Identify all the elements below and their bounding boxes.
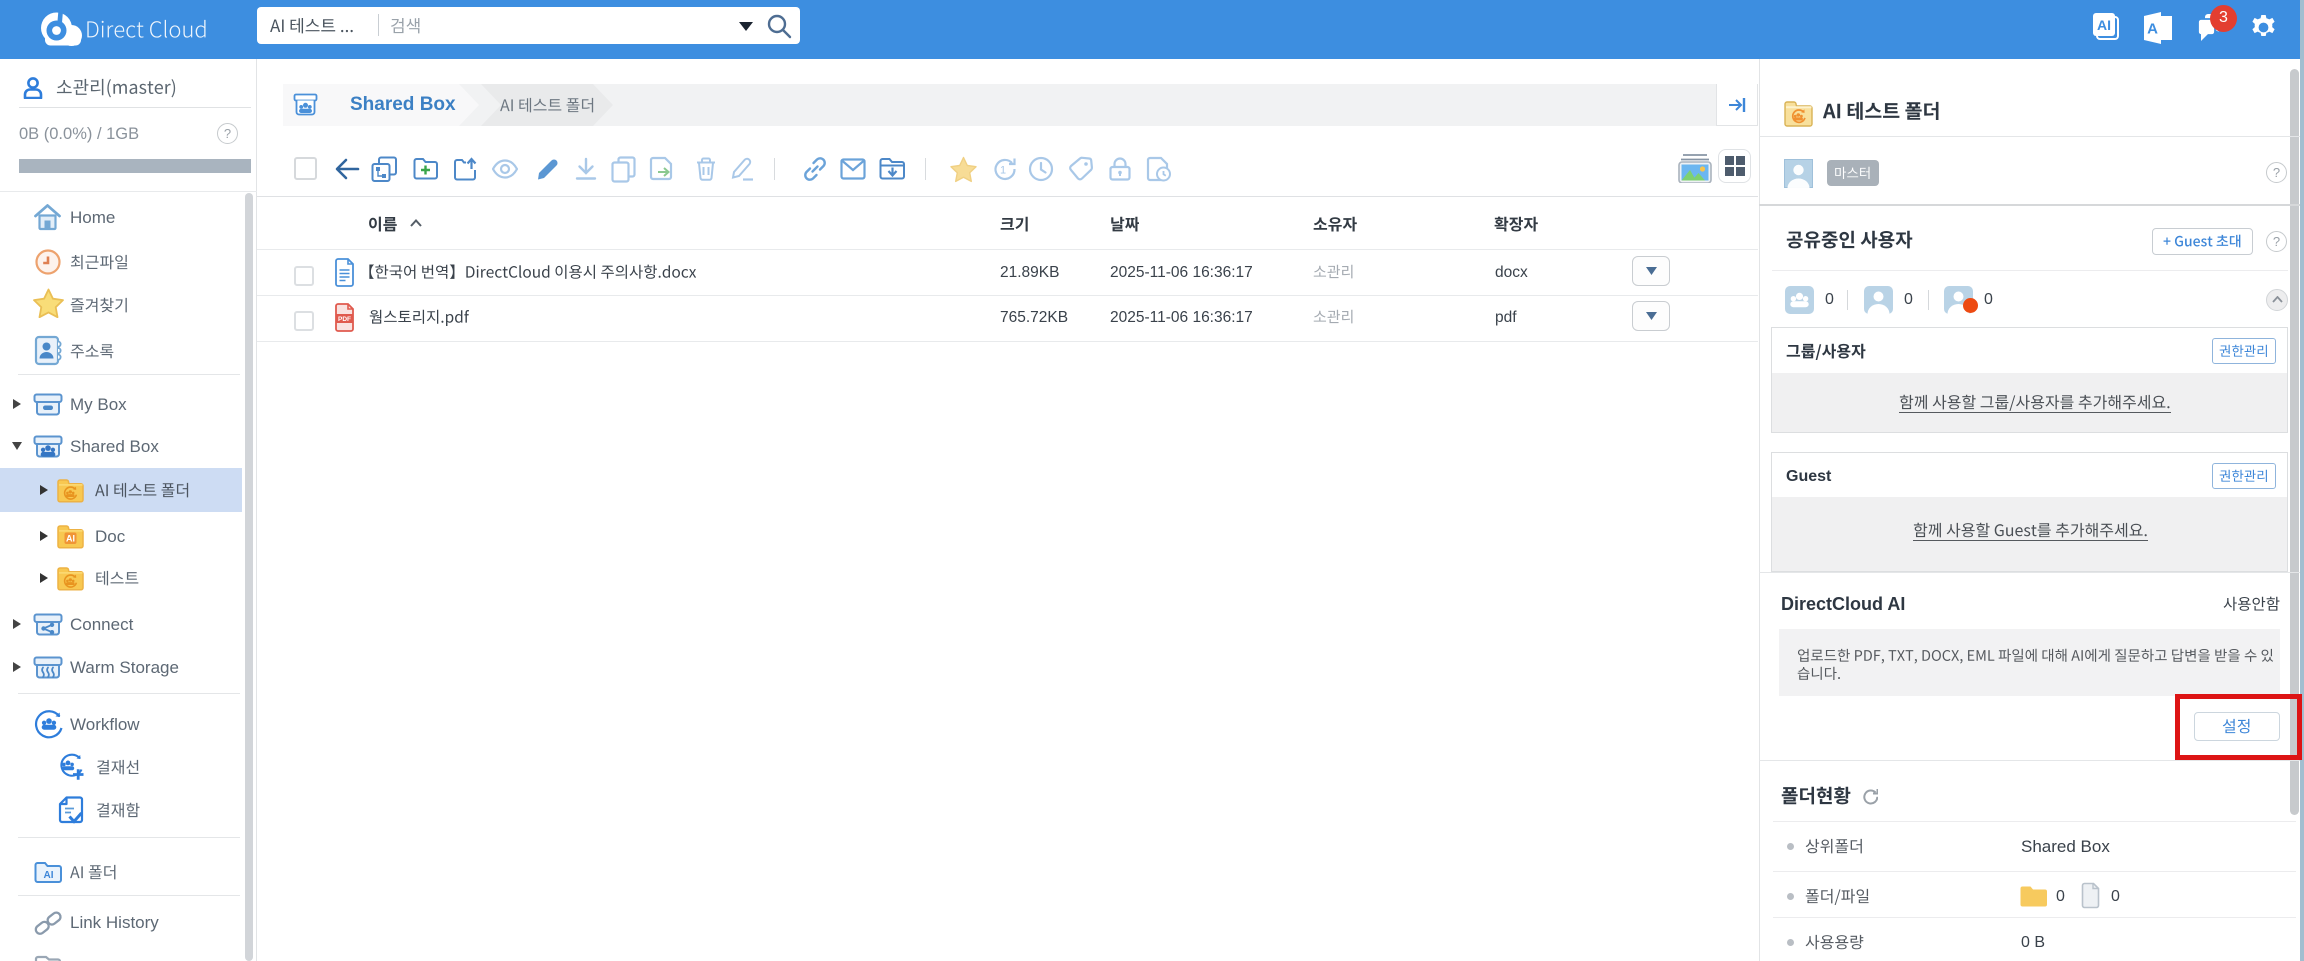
svg-text:AI: AI [44,870,54,881]
svg-text:AI: AI [2097,17,2111,33]
svg-text:1: 1 [1000,164,1006,176]
svg-text:AI: AI [66,534,75,544]
svg-text:A: A [2147,21,2158,38]
svg-text:PDF: PDF [338,316,351,323]
